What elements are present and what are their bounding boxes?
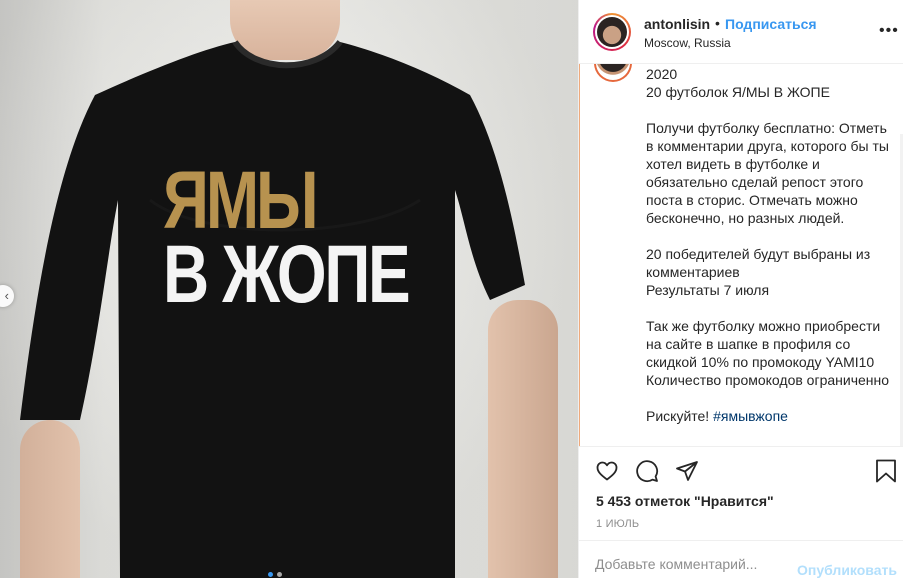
caption-year: 2020 bbox=[646, 66, 678, 82]
publish-button[interactable]: Опубликовать bbox=[797, 562, 897, 578]
share-icon[interactable] bbox=[675, 459, 699, 483]
add-comment-bar: Опубликовать bbox=[579, 540, 903, 578]
more-options-icon[interactable]: ••• bbox=[879, 22, 899, 40]
bookmark-icon[interactable] bbox=[875, 459, 897, 483]
heart-icon[interactable] bbox=[595, 459, 619, 483]
caption-closing: Рискуйте! bbox=[646, 408, 710, 424]
shirt-print-line2: В ЖОПЕ bbox=[163, 229, 411, 320]
avatar-photo bbox=[597, 17, 627, 47]
hashtag-link[interactable]: #ямывжопе bbox=[713, 408, 788, 424]
caption-text: 2020 20 футболок Я/МЫ В ЖОПЕ Получи футб… bbox=[646, 65, 896, 425]
caption-area: 2020 20 футболок Я/МЫ В ЖОПЕ Получи футб… bbox=[579, 64, 903, 446]
header-separator: • bbox=[715, 15, 720, 31]
comment-input[interactable] bbox=[595, 554, 795, 574]
carousel-dot bbox=[268, 572, 273, 577]
likes-count[interactable]: 5 453 отметок "Нравится" bbox=[596, 493, 774, 509]
caption-paragraph3: Так же футболку можно приобрести на сайт… bbox=[646, 318, 890, 388]
avatar-ring bbox=[595, 15, 629, 49]
location-link[interactable]: Moscow, Russia bbox=[644, 36, 731, 50]
follow-button[interactable]: Подписаться bbox=[725, 16, 817, 32]
caption-avatar[interactable] bbox=[594, 64, 632, 82]
post-details-panel: 2020 20 футболок Я/МЫ В ЖОПЕ Получи футб… bbox=[578, 0, 903, 578]
caption-title: 20 футболок Я/МЫ В ЖОПЕ bbox=[646, 84, 830, 100]
username-link[interactable]: antonlisin bbox=[644, 16, 710, 32]
carousel-dot bbox=[277, 572, 282, 577]
post-photo[interactable]: ЯМЫ В ЖОПЕ ‹ bbox=[0, 0, 578, 578]
avatar[interactable] bbox=[593, 13, 631, 51]
carousel-dots bbox=[268, 572, 282, 577]
comment-icon[interactable] bbox=[635, 459, 659, 483]
caption-paragraph1: Получи футболку бесплатно: Отметь в комм… bbox=[646, 120, 889, 226]
caption-paragraph2: 20 победителей будут выбраны из коммента… bbox=[646, 246, 871, 298]
post-header: antonlisin • Подписаться Moscow, Russia … bbox=[579, 0, 903, 64]
post-date: 1 ИЮЛЬ bbox=[596, 518, 640, 530]
